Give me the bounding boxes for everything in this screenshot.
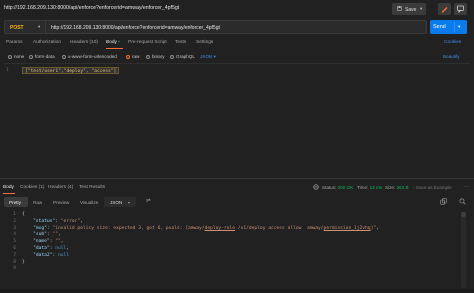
modified-dot-icon: •	[118, 40, 120, 45]
send-button[interactable]: Send ▾	[430, 20, 467, 34]
response-tab-body[interactable]: Body	[3, 185, 14, 190]
radio-binary[interactable]: binary	[146, 54, 165, 59]
line-number: 2	[13, 218, 16, 224]
code-line: "data": null,	[33, 245, 70, 251]
chevron-down-icon[interactable]: ▾	[420, 6, 422, 12]
code-line: {	[22, 212, 25, 217]
tab-tests[interactable]: Tests	[175, 40, 186, 45]
tab-authorization[interactable]: Authorization	[33, 40, 61, 45]
time-value: 13 ms	[369, 185, 383, 190]
globe-icon[interactable]	[313, 184, 319, 192]
radio-none[interactable]: none	[8, 54, 24, 59]
edit-button[interactable]	[438, 3, 451, 15]
response-format-select[interactable]: JSON ▾	[104, 197, 136, 207]
line-number: 9	[13, 266, 16, 272]
code-line: "name": "",	[33, 239, 64, 245]
response-body[interactable]: { "status": "error", "msg": "invalid pol…	[22, 212, 379, 273]
save-icon: ▫	[413, 185, 415, 190]
response-size[interactable]: Size: 363 B	[385, 185, 409, 190]
scrollbar-thumb[interactable]	[461, 212, 466, 217]
response-tab-cookies[interactable]: Cookies (1)	[20, 185, 45, 190]
copy-icon[interactable]	[440, 198, 447, 207]
view-visualize-button[interactable]: Visualize	[80, 200, 98, 205]
url-text[interactable]: http://192.168.209.130:8000/api/enforce?…	[51, 25, 220, 31]
request-body-line[interactable]: ["test/user1","deploy", "access"]	[22, 67, 120, 74]
msg-link[interactable]: deploy-role	[205, 226, 235, 231]
code-line: "sub": "",	[33, 232, 61, 238]
line-number: 5	[13, 239, 16, 245]
line-number: 1	[13, 212, 16, 217]
chevron-down-icon: ▾	[128, 199, 131, 205]
send-label: Send	[433, 23, 446, 30]
line-number: 7	[13, 252, 16, 258]
save-as-example-button[interactable]: ▫ Save as Example	[413, 185, 452, 190]
view-preview-button[interactable]: Preview	[53, 200, 69, 205]
view-raw-button[interactable]: Raw	[33, 200, 42, 205]
status-bar	[0, 289, 474, 293]
comment-button[interactable]	[454, 3, 467, 15]
response-status[interactable]: Status: 200 OK	[322, 185, 353, 190]
search-icon[interactable]	[459, 198, 466, 207]
request-body-editor[interactable]	[4, 63, 470, 177]
code-line: "data2": null	[33, 252, 70, 258]
response-time[interactable]: Time: 13 ms	[357, 185, 382, 190]
active-tab-indicator	[3, 193, 15, 194]
line-number: 1	[6, 68, 9, 73]
code-line: }	[22, 259, 25, 265]
cookies-link[interactable]: Cookies	[444, 40, 461, 45]
radio-dot	[146, 54, 150, 59]
request-title[interactable]: http://192.168.209.130:8000/api/enforce?…	[4, 5, 179, 11]
radio-dot	[170, 54, 174, 59]
comment-icon	[457, 5, 464, 13]
msg-link[interactable]: permission_1j2vhq	[324, 226, 371, 231]
response-tab-headers[interactable]: Headers (4)	[48, 185, 73, 190]
chevron-down-icon[interactable]: ▾	[38, 24, 40, 30]
radio-urlencoded[interactable]: x-www-form-urlencoded	[62, 54, 117, 59]
radio-dot	[8, 54, 12, 59]
beautify-link[interactable]: Beautify	[443, 54, 460, 59]
radio-form-data[interactable]: form-data	[29, 54, 55, 59]
chevron-down-icon[interactable]: ▾	[458, 24, 460, 30]
tab-body[interactable]: Body •	[106, 40, 120, 45]
code-line: "status": "error",	[33, 218, 83, 224]
size-value: 363 B	[396, 185, 409, 190]
response-tab-test-results[interactable]: Test Results	[79, 185, 105, 190]
radio-graphql[interactable]: GraphQL	[170, 54, 195, 59]
method-label[interactable]: POST	[10, 25, 24, 31]
chevron-down-icon: ▾	[212, 54, 216, 59]
radio-dot	[62, 54, 66, 59]
pencil-icon	[441, 7, 448, 13]
more-options-icon[interactable]: ⋯	[464, 184, 469, 190]
radio-dot	[29, 54, 33, 59]
save-icon	[397, 6, 402, 13]
save-button[interactable]: Save ▾	[392, 3, 426, 15]
body-format-select[interactable]: JSON ▾	[200, 54, 216, 60]
response-line-numbers: 1 2 3 4 5 6 7 8 9	[6, 212, 16, 273]
divider	[454, 22, 455, 32]
response-scrollbar[interactable]	[461, 212, 466, 288]
tab-headers[interactable]: Headers (10)	[70, 40, 98, 45]
line-number: 6	[13, 245, 16, 251]
code-line: "msg": "invalid policy size: expected 3,…	[33, 225, 379, 231]
active-tab-indicator	[106, 48, 123, 49]
radio-dot	[126, 54, 130, 59]
view-pretty-button[interactable]: Pretty	[4, 197, 28, 207]
wrap-lines-icon[interactable]: ⇌	[146, 198, 151, 204]
radio-raw[interactable]: raw	[126, 54, 139, 59]
tab-params[interactable]: Params	[6, 40, 23, 45]
save-label: Save	[405, 6, 417, 13]
tab-settings[interactable]: Settings	[196, 40, 213, 45]
pane-divider[interactable]	[0, 178, 474, 179]
tab-body-label: Body	[106, 40, 117, 45]
status-value: 200 OK	[337, 185, 354, 190]
tab-pre-request-script[interactable]: Pre-request Script	[128, 40, 167, 45]
